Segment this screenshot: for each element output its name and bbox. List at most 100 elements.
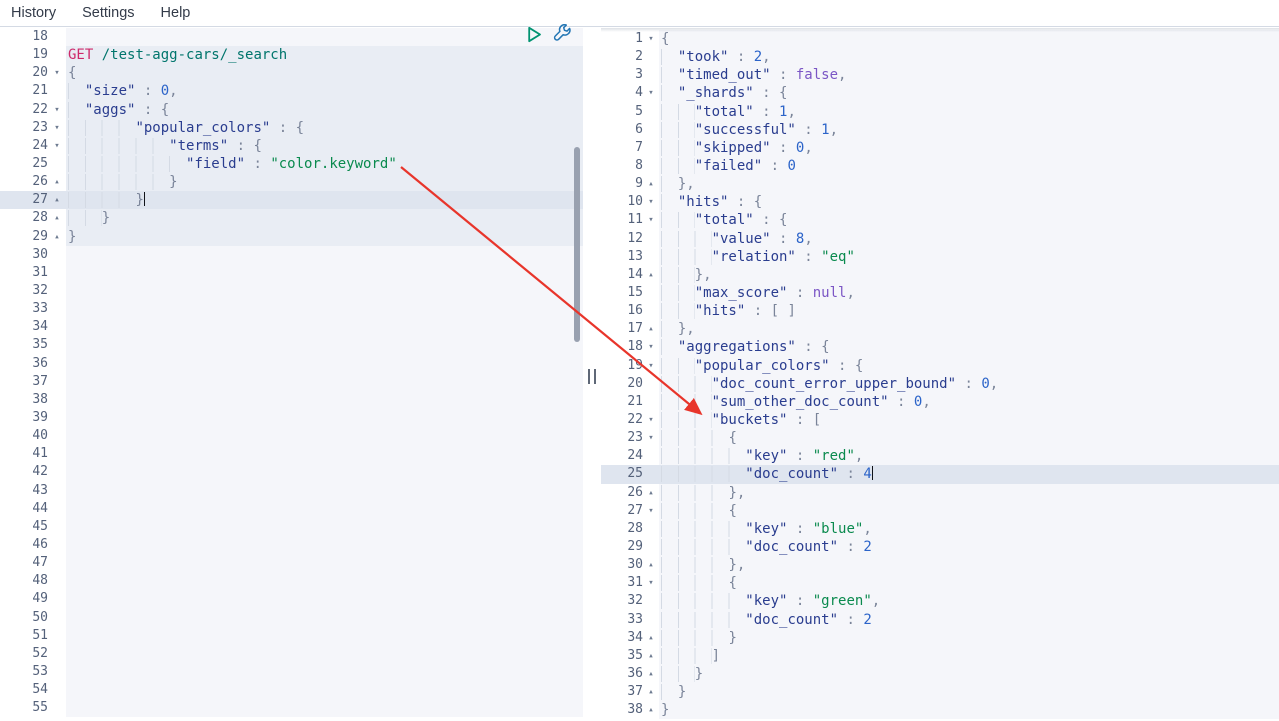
fold-open-icon[interactable]: ▾ xyxy=(643,30,659,48)
menu-item-help[interactable]: Help xyxy=(161,5,191,21)
response-code-4[interactable]: "_shards" : { xyxy=(659,84,1279,103)
response-code-38[interactable]: } xyxy=(659,701,1279,720)
request-code-32[interactable] xyxy=(66,281,583,301)
response-code-14[interactable]: }, xyxy=(659,265,1279,284)
response-code-2[interactable]: "took" : 2, xyxy=(659,48,1279,67)
request-code-25[interactable]: "field" : "color.keyword" xyxy=(66,154,583,174)
request-editor-scrollbar-thumb[interactable] xyxy=(574,147,580,342)
response-code-26[interactable]: }, xyxy=(659,483,1279,502)
response-code-5[interactable]: "total" : 1, xyxy=(659,102,1279,121)
fold-close-icon[interactable]: ▴ xyxy=(48,173,66,191)
fold-close-icon[interactable]: ▴ xyxy=(48,191,66,209)
fold-close-icon[interactable]: ▴ xyxy=(48,228,66,246)
response-code-18[interactable]: "aggregations" : { xyxy=(659,338,1279,357)
request-code-55[interactable] xyxy=(66,699,583,718)
response-code-30[interactable]: }, xyxy=(659,556,1279,575)
request-code-31[interactable] xyxy=(66,263,583,282)
request-code-34[interactable] xyxy=(66,318,583,337)
menu-item-settings[interactable]: Settings xyxy=(82,5,134,21)
request-code-51[interactable] xyxy=(66,626,583,645)
request-code-28[interactable]: } xyxy=(66,209,583,228)
fold-open-icon[interactable]: ▾ xyxy=(643,211,659,229)
request-code-26[interactable]: } xyxy=(66,173,583,192)
request-editor[interactable]: 18 19 GET /test-agg-cars/_search 20 ▾{21 "si… xyxy=(0,28,583,721)
fold-open-icon[interactable]: ▾ xyxy=(48,64,66,82)
request-code-35[interactable] xyxy=(66,336,583,355)
fold-close-icon[interactable]: ▴ xyxy=(643,647,659,665)
response-code-36[interactable]: } xyxy=(659,664,1279,684)
fold-close-icon[interactable]: ▴ xyxy=(643,665,659,683)
fold-close-icon[interactable]: ▴ xyxy=(643,683,659,701)
fold-open-icon[interactable]: ▾ xyxy=(643,357,659,375)
request-code-46[interactable] xyxy=(66,535,583,555)
request-code-18[interactable] xyxy=(66,28,583,47)
response-code-3[interactable]: "timed_out" : false, xyxy=(659,66,1279,85)
request-code-37[interactable] xyxy=(66,372,583,391)
response-code-35[interactable]: ] xyxy=(659,646,1279,665)
request-code-33[interactable] xyxy=(66,300,583,319)
response-code-19[interactable]: "popular_colors" : { xyxy=(659,356,1279,375)
response-code-9[interactable]: }, xyxy=(659,175,1279,194)
response-code-6[interactable]: "successful" : 1, xyxy=(659,120,1279,139)
request-code-52[interactable] xyxy=(66,644,583,663)
send-request-button[interactable] xyxy=(524,26,544,46)
fold-open-icon[interactable]: ▾ xyxy=(643,193,659,211)
panel-resize-handle-icon[interactable] xyxy=(588,369,596,384)
response-code-20[interactable]: "doc_count_error_upper_bound" : 0, xyxy=(659,374,1279,393)
response-code-12[interactable]: "value" : 8, xyxy=(659,229,1279,248)
fold-open-icon[interactable]: ▾ xyxy=(48,137,66,155)
response-code-37[interactable]: } xyxy=(659,683,1279,702)
response-code-1[interactable]: { xyxy=(659,30,1279,49)
response-code-17[interactable]: }, xyxy=(659,320,1279,339)
request-code-36[interactable] xyxy=(66,354,583,373)
request-code-47[interactable] xyxy=(66,554,583,573)
request-code-19[interactable]: GET /test-agg-cars/_search xyxy=(66,46,583,65)
request-code-27[interactable]: } xyxy=(66,191,583,210)
request-code-43[interactable] xyxy=(66,481,583,500)
fold-close-icon[interactable]: ▴ xyxy=(643,266,659,284)
request-code-40[interactable] xyxy=(66,427,583,446)
request-code-21[interactable]: "size" : 0, xyxy=(66,82,583,101)
response-code-29[interactable]: "doc_count" : 2 xyxy=(659,537,1279,557)
fold-open-icon[interactable]: ▾ xyxy=(643,502,659,520)
request-code-42[interactable] xyxy=(66,463,583,482)
request-code-23[interactable]: "popular_colors" : { xyxy=(66,118,583,137)
fold-open-icon[interactable]: ▾ xyxy=(643,84,659,102)
fold-close-icon[interactable]: ▴ xyxy=(643,175,659,193)
fold-close-icon[interactable]: ▴ xyxy=(643,701,659,719)
fold-close-icon[interactable]: ▴ xyxy=(643,556,659,574)
response-code-24[interactable]: "key" : "red", xyxy=(659,447,1279,466)
request-code-20[interactable]: { xyxy=(66,64,583,83)
fold-close-icon[interactable]: ▴ xyxy=(643,629,659,647)
response-code-11[interactable]: "total" : { xyxy=(659,211,1279,230)
request-code-48[interactable] xyxy=(66,572,583,591)
fold-close-icon[interactable]: ▴ xyxy=(48,209,66,227)
response-code-13[interactable]: "relation" : "eq" xyxy=(659,247,1279,266)
request-code-45[interactable] xyxy=(66,517,583,536)
response-code-8[interactable]: "failed" : 0 xyxy=(659,156,1279,176)
fold-open-icon[interactable]: ▾ xyxy=(643,429,659,447)
fold-open-icon[interactable]: ▾ xyxy=(643,411,659,429)
response-code-32[interactable]: "key" : "green", xyxy=(659,592,1279,611)
fold-close-icon[interactable]: ▴ xyxy=(643,484,659,502)
response-code-16[interactable]: "hits" : [ ] xyxy=(659,302,1279,321)
request-code-24[interactable]: "terms" : { xyxy=(66,136,583,155)
fold-open-icon[interactable]: ▾ xyxy=(48,101,66,119)
response-code-10[interactable]: "hits" : { xyxy=(659,193,1279,212)
request-options-button[interactable] xyxy=(552,24,572,46)
response-code-21[interactable]: "sum_other_doc_count" : 0, xyxy=(659,392,1279,411)
request-code-30[interactable] xyxy=(66,245,583,264)
request-code-44[interactable] xyxy=(66,499,583,518)
request-code-39[interactable] xyxy=(66,408,583,428)
request-code-49[interactable] xyxy=(66,590,583,609)
response-code-25[interactable]: "doc_count" : 4 xyxy=(659,465,1279,484)
request-code-54[interactable] xyxy=(66,681,583,700)
response-code-33[interactable]: "doc_count" : 2 xyxy=(659,610,1279,629)
response-code-34[interactable]: } xyxy=(659,628,1279,647)
request-code-50[interactable] xyxy=(66,608,583,627)
request-code-29[interactable]: } xyxy=(66,227,583,246)
request-code-41[interactable] xyxy=(66,445,583,464)
request-code-53[interactable] xyxy=(66,662,583,682)
response-code-27[interactable]: { xyxy=(659,501,1279,520)
fold-close-icon[interactable]: ▴ xyxy=(643,320,659,338)
